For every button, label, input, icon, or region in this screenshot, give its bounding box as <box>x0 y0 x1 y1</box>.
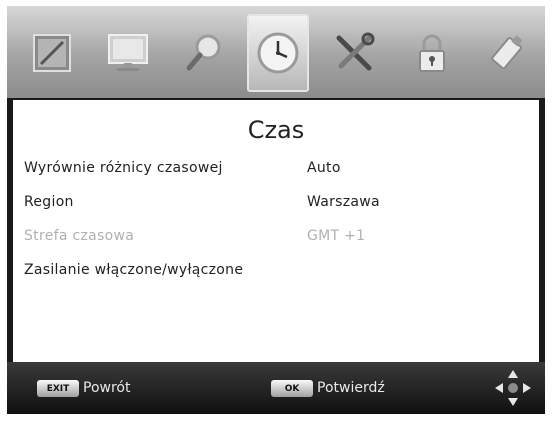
clock-icon <box>257 32 299 74</box>
usb-icon <box>491 35 523 70</box>
tab-display[interactable] <box>97 14 159 92</box>
setting-row-power-on-off[interactable]: Zasilanie włączone/wyłączone <box>24 258 529 284</box>
lock-icon <box>419 34 445 72</box>
setting-value: Warszawa <box>307 194 380 210</box>
picture-icon <box>33 34 71 72</box>
setting-label: Strefa czasowa <box>24 228 135 244</box>
setting-label: Wyrównie różnicy czasowej <box>24 160 223 176</box>
setting-row-timezone: Strefa czasowa GMT +1 <box>24 224 529 250</box>
tools-icon <box>336 32 375 71</box>
exit-hint-label: Powrót <box>83 380 131 396</box>
exit-key-badge[interactable]: EXIT <box>37 380 79 397</box>
setting-row-region[interactable]: Region Warszawa <box>24 190 529 216</box>
tab-time[interactable] <box>247 14 309 92</box>
setting-value: GMT +1 <box>307 228 366 244</box>
menu-tab-bar <box>7 6 545 98</box>
setting-label: Region <box>24 194 74 210</box>
tab-search[interactable] <box>173 14 235 92</box>
settings-panel: Czas Wyrównie różnicy czasowej Auto Regi… <box>13 100 539 362</box>
tab-picture[interactable] <box>21 14 83 92</box>
tab-lock[interactable] <box>401 14 463 92</box>
footer-bar: EXIT Powrót OK Potwierdź <box>7 362 545 414</box>
ok-hint-label: Potwierdź <box>317 380 385 396</box>
ok-key-badge[interactable]: OK <box>271 380 313 397</box>
page-title: Czas <box>247 116 305 144</box>
setting-label: Zasilanie włączone/wyłączone <box>24 262 244 278</box>
setting-value: Auto <box>307 160 341 176</box>
setting-row-time-offset[interactable]: Wyrównie różnicy czasowej Auto <box>24 156 529 182</box>
monitor-icon <box>108 34 148 71</box>
tab-usb[interactable] <box>477 14 539 92</box>
search-icon <box>186 34 221 71</box>
dpad-icon <box>495 370 531 406</box>
tab-tools[interactable] <box>323 14 385 92</box>
